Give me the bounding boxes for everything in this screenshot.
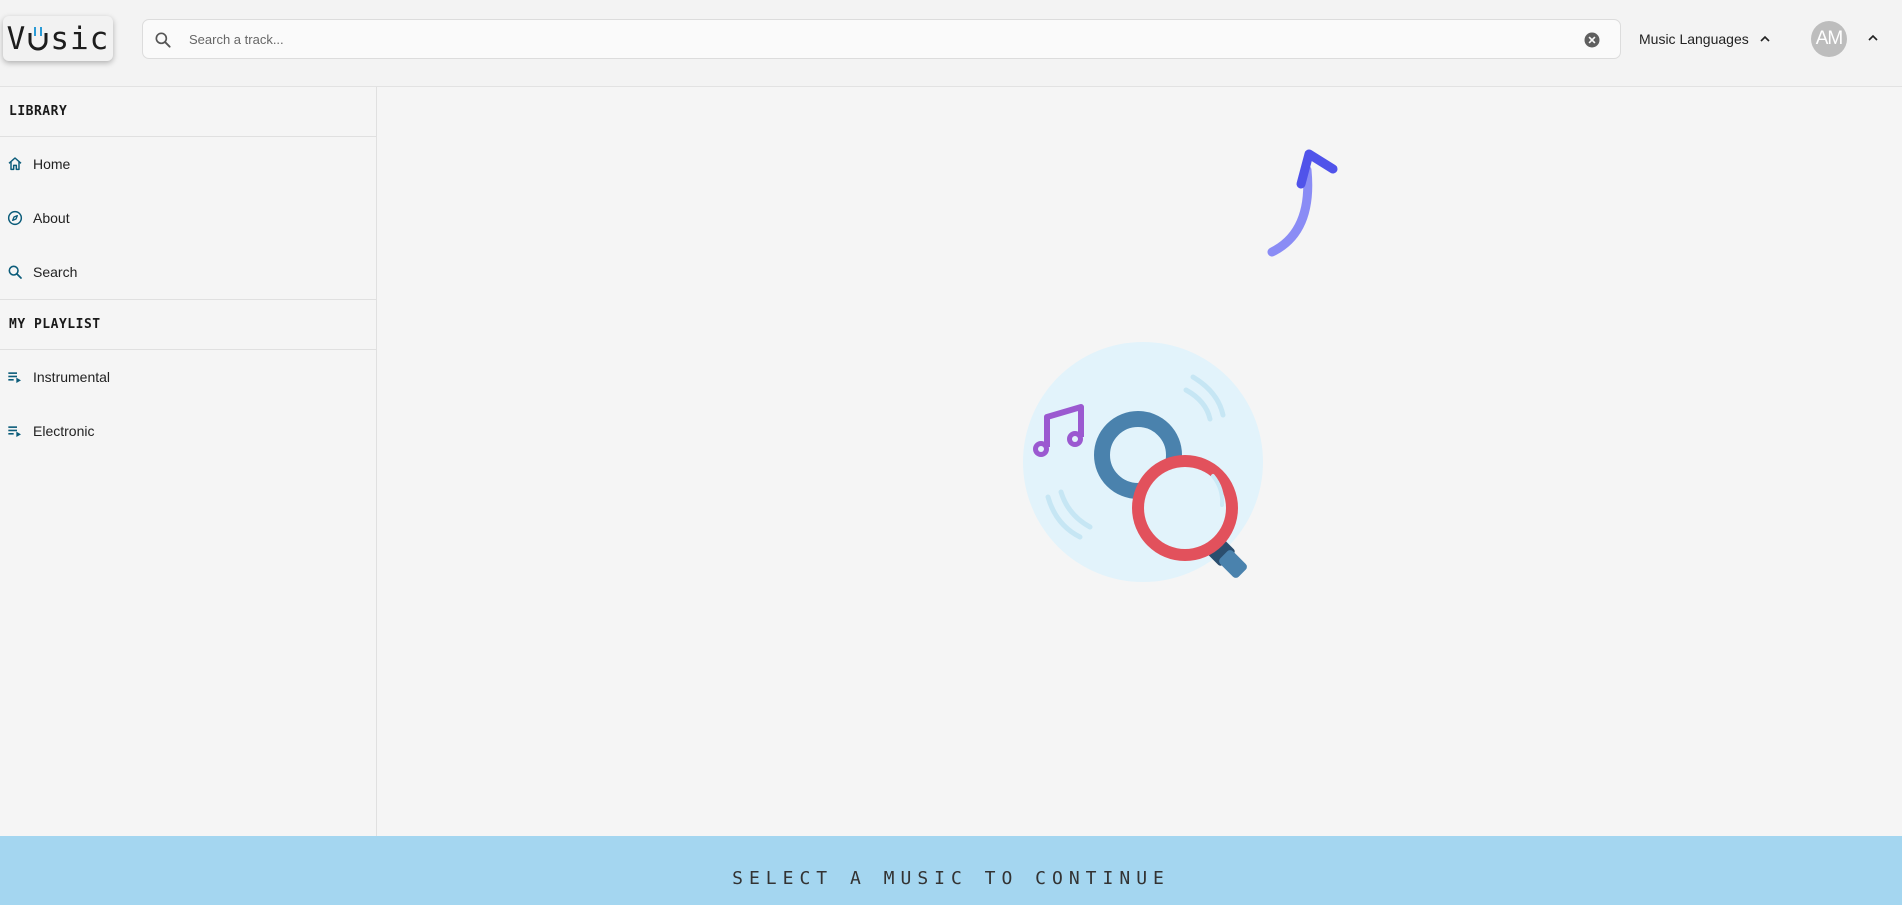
chevron-up-icon: [1757, 31, 1773, 47]
sidebar-item-electronic[interactable]: Electronic: [0, 404, 376, 458]
select-music-message: SELECT A MUSIC TO CONTINUE: [732, 868, 1170, 889]
clear-search-icon[interactable]: [1582, 30, 1602, 50]
logo-text-right: sic: [50, 20, 110, 57]
main-content: [378, 87, 1902, 836]
sidebar-item-label: Electronic: [33, 423, 95, 439]
home-icon: [7, 156, 23, 172]
headphones-icon: [26, 23, 50, 53]
search-icon: [153, 30, 173, 50]
music-search-illustration: [1023, 342, 1263, 582]
app-logo[interactable]: V sic: [3, 16, 113, 61]
user-avatar[interactable]: AM: [1811, 21, 1847, 57]
sidebar-item-label: About: [33, 210, 70, 226]
account-menu-chevron-icon[interactable]: [1865, 30, 1881, 46]
music-languages-button[interactable]: Music Languages: [1639, 28, 1773, 50]
sidebar-item-home[interactable]: Home: [0, 137, 376, 191]
sidebar-item-label: Instrumental: [33, 369, 111, 385]
logo-text-left: V: [6, 20, 27, 57]
sidebar-item-search[interactable]: Search: [0, 245, 376, 299]
music-languages-label: Music Languages: [1639, 31, 1749, 47]
compass-icon: [7, 210, 23, 226]
playlist-icon: [7, 423, 23, 439]
avatar-initials: AM: [1815, 28, 1843, 49]
curved-arrow-icon: [1267, 149, 1338, 257]
sidebar-item-label: Home: [33, 156, 71, 172]
library-nav: Home About Search: [0, 137, 376, 300]
library-section-title: LIBRARY: [0, 87, 376, 137]
sidebar-item-label: Search: [33, 264, 78, 280]
logo-text: V sic: [7, 21, 110, 57]
playlist-section-title: MY PLAYLIST: [0, 300, 376, 350]
playlist-nav: Instrumental Electronic: [0, 350, 376, 458]
sidebar-item-instrumental[interactable]: Instrumental: [0, 350, 376, 404]
sidebar-item-about[interactable]: About: [0, 191, 376, 245]
app-header: V sic Music Languages: [0, 0, 1902, 87]
search-input[interactable]: [187, 25, 1567, 53]
search-bar: [142, 19, 1621, 59]
sidebar: LIBRARY Home About Search MY PLAYLIST In…: [0, 87, 377, 836]
search-icon: [7, 264, 23, 280]
playlist-icon: [7, 369, 23, 385]
player-bar: SELECT A MUSIC TO CONTINUE: [0, 836, 1902, 905]
